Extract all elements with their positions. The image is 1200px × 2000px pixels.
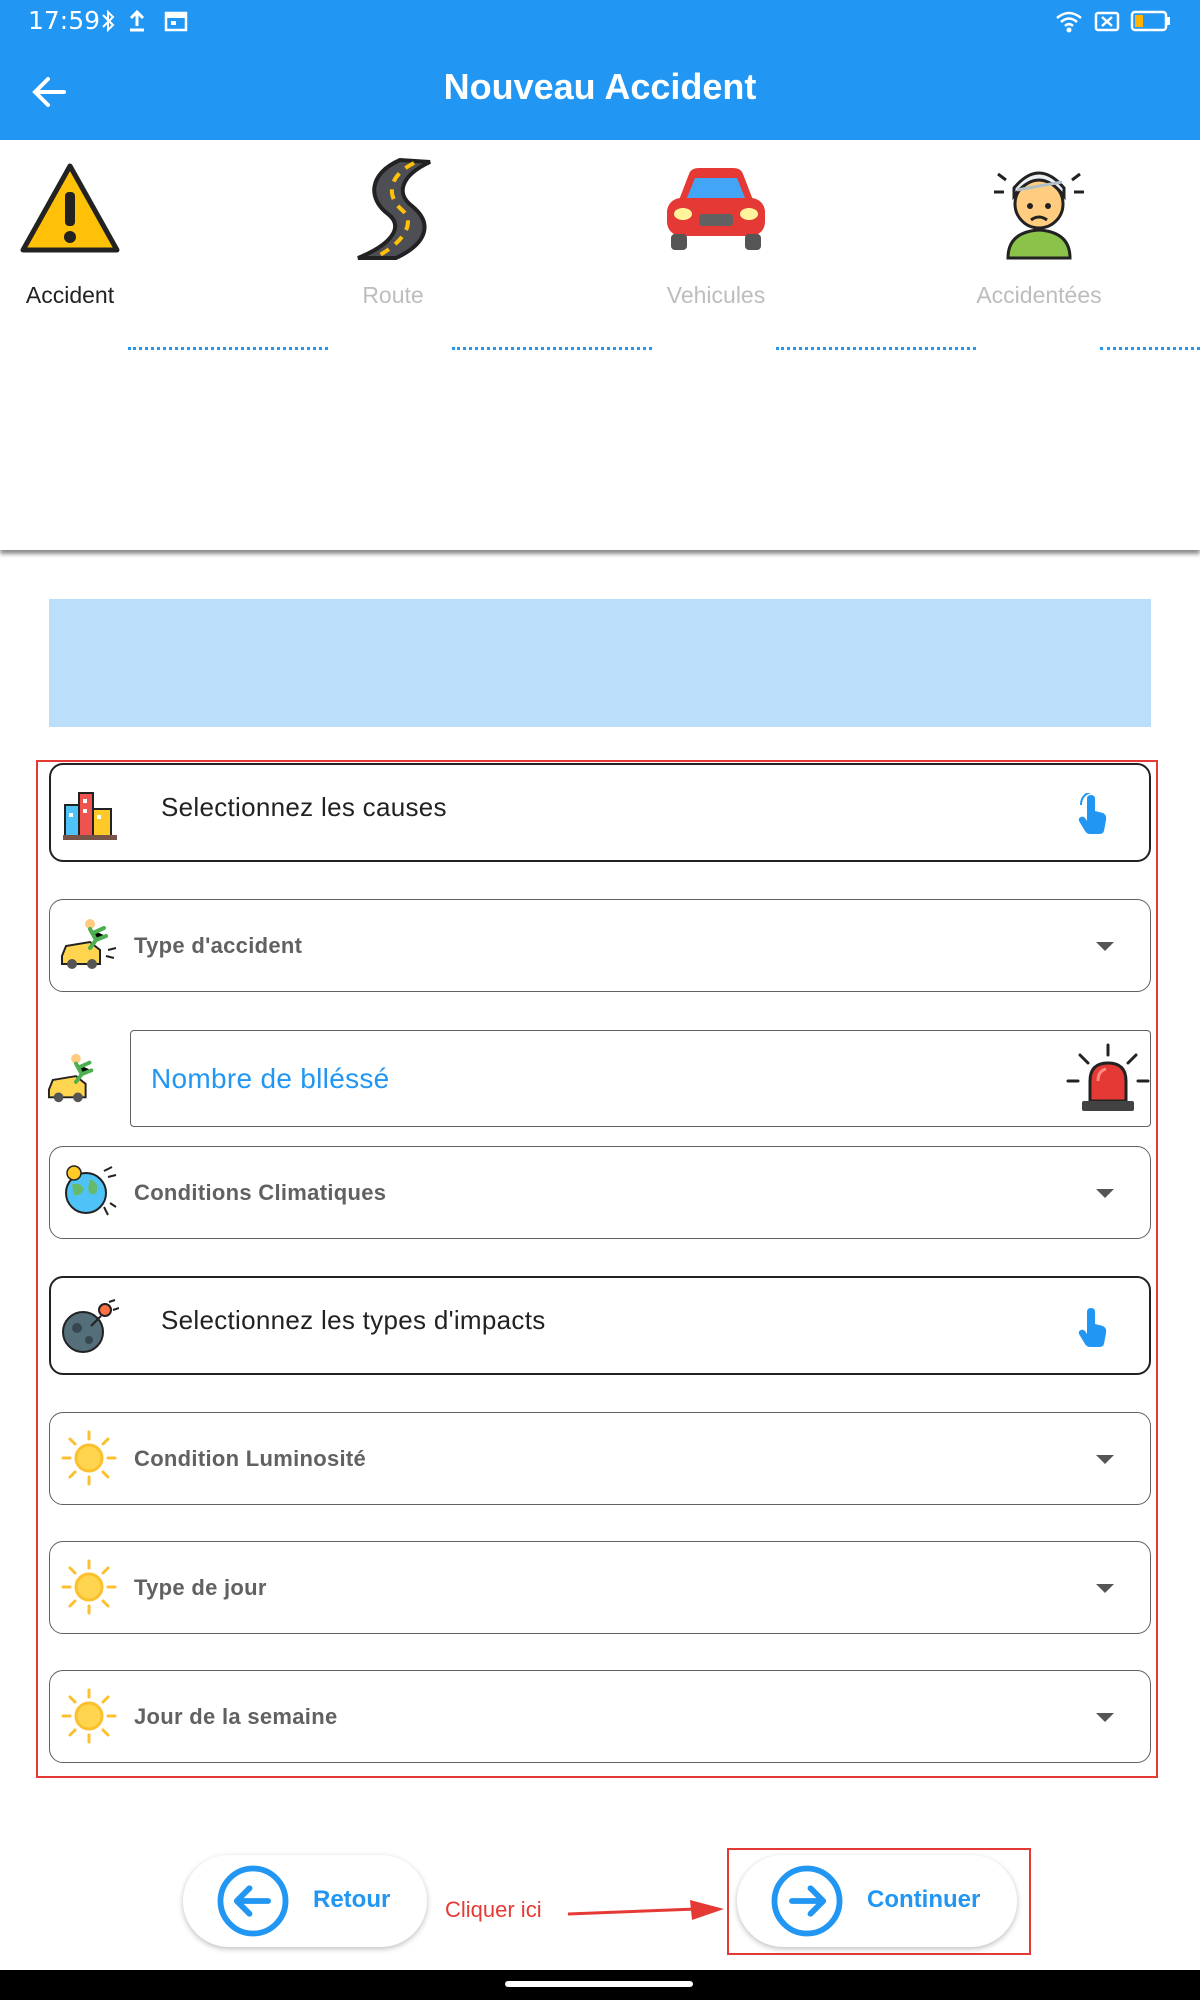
nombre-blesse-input[interactable]: Nombre de blléssé [130,1030,1151,1127]
step-accidentees[interactable]: Accidentées [949,154,1129,309]
sun-icon [61,1430,117,1486]
meteor-impact-icon [62,1299,119,1353]
page-title: Nouveau Accident [443,66,757,107]
calendar-icon [164,11,188,32]
tap-hand-icon [1078,1308,1107,1347]
wifi-icon [1056,11,1082,33]
causes-selector[interactable]: Selectionnez les causes [49,763,1151,862]
causes-label: Selectionnez les causes [161,792,447,822]
step-route[interactable]: Route [303,154,483,309]
injured-person-icon [994,171,1084,260]
car-crash-icon [47,1053,94,1103]
conditions-climatiques-dropdown[interactable]: Conditions Climatiques [49,1146,1151,1239]
step-connector [1100,347,1200,350]
status-time: 17:59 [28,6,101,35]
home-indicator[interactable] [505,1981,693,1987]
step-label: Vehicules [666,282,766,308]
system-nav-bar [0,1970,1200,2000]
road-icon [357,157,431,260]
impacts-selector[interactable]: Selectionnez les types d'impacts [49,1276,1151,1375]
jour-semaine-dropdown[interactable]: Jour de la semaine [49,1670,1151,1763]
type-accident-label: Type d'accident [134,933,303,958]
type-jour-dropdown[interactable]: Type de jour [49,1541,1151,1634]
hint-text: Cliquer ici [445,1897,542,1922]
arrow-left-circle-icon [217,1865,289,1937]
step-connector [776,347,976,350]
car-crash-icon [61,919,117,969]
step-vehicules[interactable]: Vehicules [626,154,806,309]
chevron-down-icon [1096,1584,1114,1593]
arrow-right-circle-icon [771,1865,843,1937]
chevron-down-icon [1096,1713,1114,1722]
step-connector [128,347,328,350]
upload-icon [129,9,145,32]
warning-triangle-icon [20,163,120,253]
continuer-button[interactable]: Continuer [737,1855,1017,1947]
step-connector [452,347,652,350]
sun-icon [61,1559,117,1615]
step-label: Accident [25,282,115,308]
chevron-down-icon [1096,942,1114,951]
condition-luminosite-dropdown[interactable]: Condition Luminosité [49,1412,1151,1505]
bluetooth-icon [102,9,115,33]
status-bar: 17:59 [0,0,1200,42]
step-label: Accidentées [976,282,1102,308]
app-bar: Nouveau Accident [0,42,1200,140]
step-accident[interactable]: Accident [0,154,160,309]
climate-globe-icon [65,1165,117,1216]
step-label: Route [362,282,424,308]
info-banner [49,599,1151,727]
chevron-down-icon [1096,1189,1114,1198]
car-icon [667,168,765,250]
city-buildings-icon [63,792,117,840]
jour-semaine-label: Jour de la semaine [134,1704,338,1729]
stepper: Accident Route Vehicules Accidentées [0,140,1200,550]
type-jour-label: Type de jour [134,1575,267,1600]
arrow-right-pointer-icon [567,1900,724,1920]
condition-luminosite-label: Condition Luminosité [134,1446,367,1471]
tap-hand-icon [1078,793,1107,834]
conditions-climatiques-label: Conditions Climatiques [134,1180,387,1205]
continuer-label: Continuer [867,1886,981,1913]
siren-icon [1066,1043,1150,1111]
battery-low-icon [1130,10,1170,32]
retour-label: Retour [313,1886,391,1913]
type-accident-dropdown[interactable]: Type d'accident [49,899,1151,992]
sim-x-icon [1094,11,1120,32]
impacts-label: Selectionnez les types d'impacts [161,1305,546,1335]
retour-button[interactable]: Retour [183,1855,427,1947]
sun-icon [61,1688,117,1744]
nombre-blesse-placeholder: Nombre de blléssé [151,1063,390,1094]
chevron-down-icon [1096,1455,1114,1464]
